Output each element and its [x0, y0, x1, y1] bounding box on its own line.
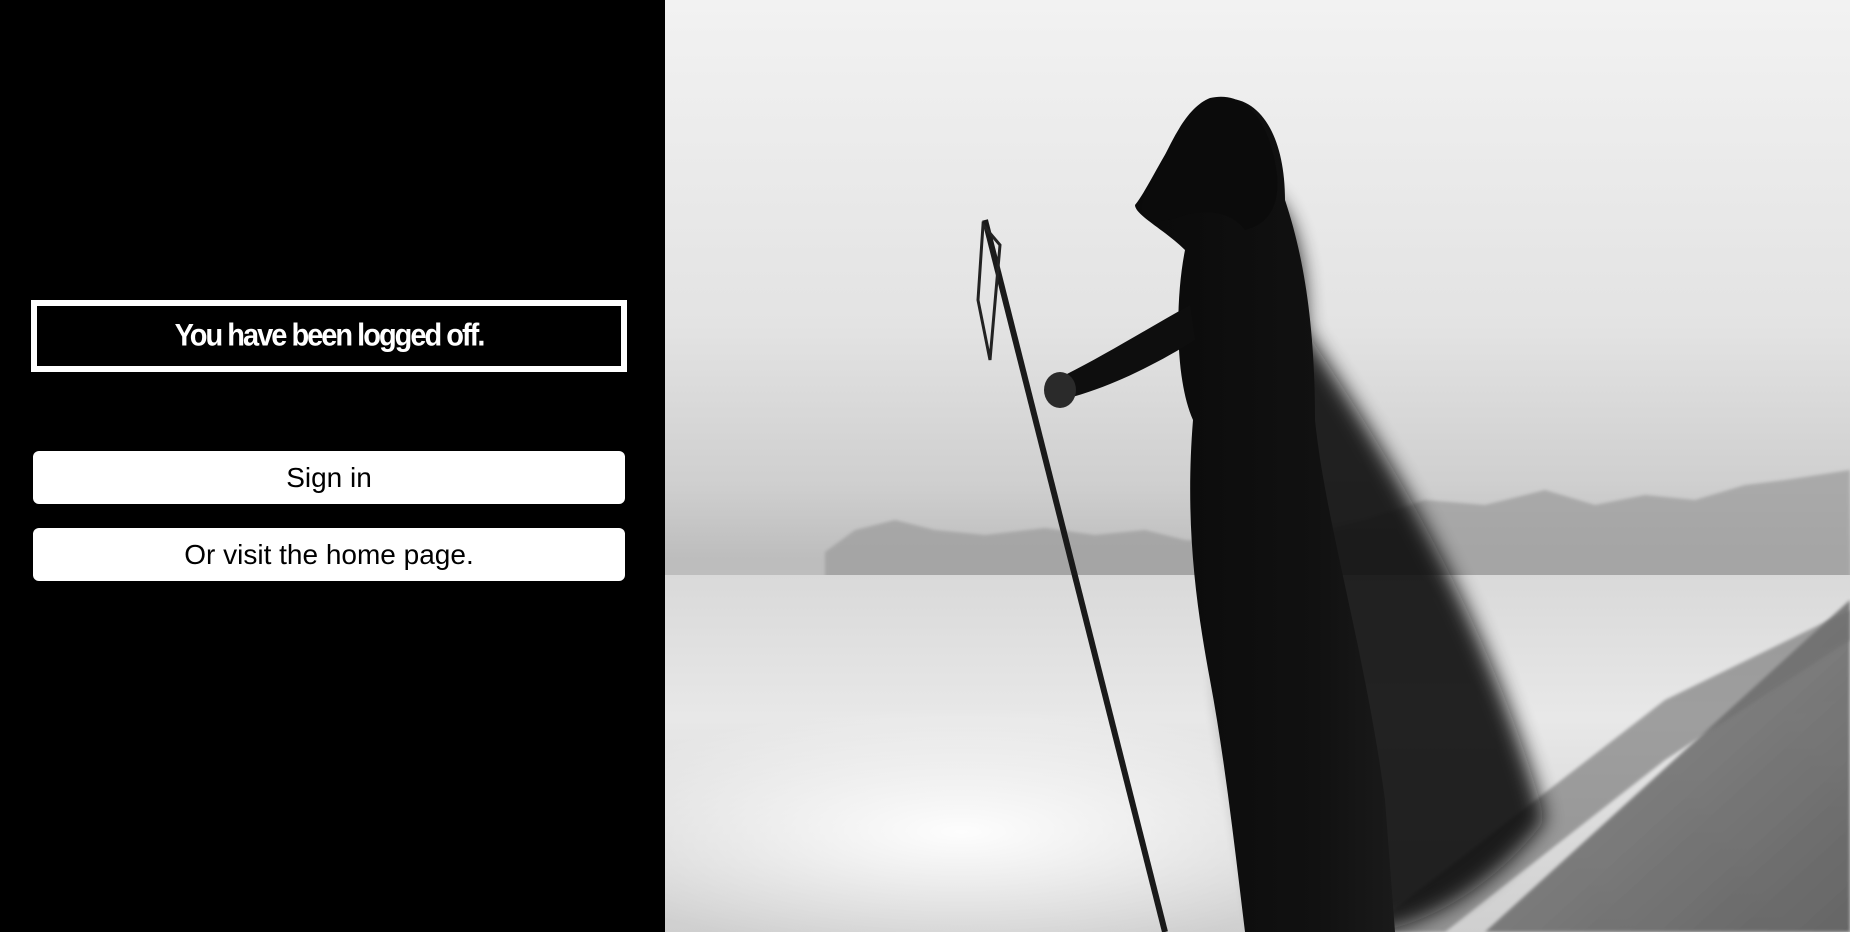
hooded-figure-beach-photo [665, 0, 1850, 932]
logged-off-page: You have been logged off. Sign in Or vis… [0, 0, 1850, 932]
left-panel: You have been logged off. Sign in Or vis… [0, 0, 665, 932]
logged-off-banner: You have been logged off. [31, 300, 627, 372]
logged-off-message: You have been logged off. [174, 318, 486, 353]
home-page-button[interactable]: Or visit the home page. [33, 528, 625, 581]
hero-image-panel [665, 0, 1850, 932]
sign-in-button[interactable]: Sign in [33, 451, 625, 504]
